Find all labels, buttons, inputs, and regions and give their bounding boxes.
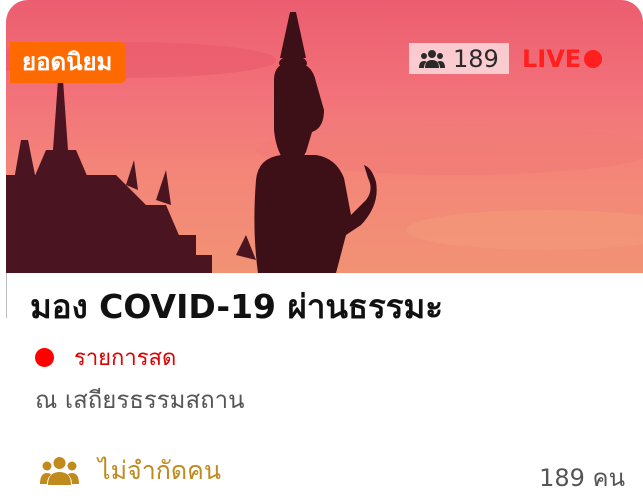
event-cover-image[interactable]: ยอดนิยม 189 LIVE (6, 0, 643, 273)
popular-badge: ยอดนิยม (10, 42, 127, 83)
viewer-count-badge: 189 (409, 43, 509, 74)
viewer-count: 189 (453, 44, 499, 73)
event-capacity: ไม่จำกัดคน (40, 451, 221, 491)
red-dot-icon (35, 348, 54, 367)
event-title[interactable]: มอง COVID-19 ผ่านธรรมะ (30, 280, 443, 333)
live-dot-icon (584, 49, 603, 68)
capacity-label: ไม่จำกัดคน (98, 456, 221, 485)
live-label: LIVE (522, 44, 582, 73)
event-card[interactable]: ยอดนิยม 189 LIVE มอง COVID-19 ผ่านธรรมะ … (0, 0, 643, 502)
users-group-icon (419, 49, 445, 68)
users-group-icon (40, 457, 79, 485)
attendee-count: 189 คน (539, 464, 625, 492)
live-indicator: LIVE (522, 43, 603, 74)
divider (6, 273, 7, 318)
status-label: รายการสด (74, 346, 177, 371)
event-venue: ณ เสถียรธรรมสถาน (35, 386, 245, 414)
buddha-silhouette-image (6, 12, 643, 273)
event-status: รายการสด (35, 340, 176, 375)
